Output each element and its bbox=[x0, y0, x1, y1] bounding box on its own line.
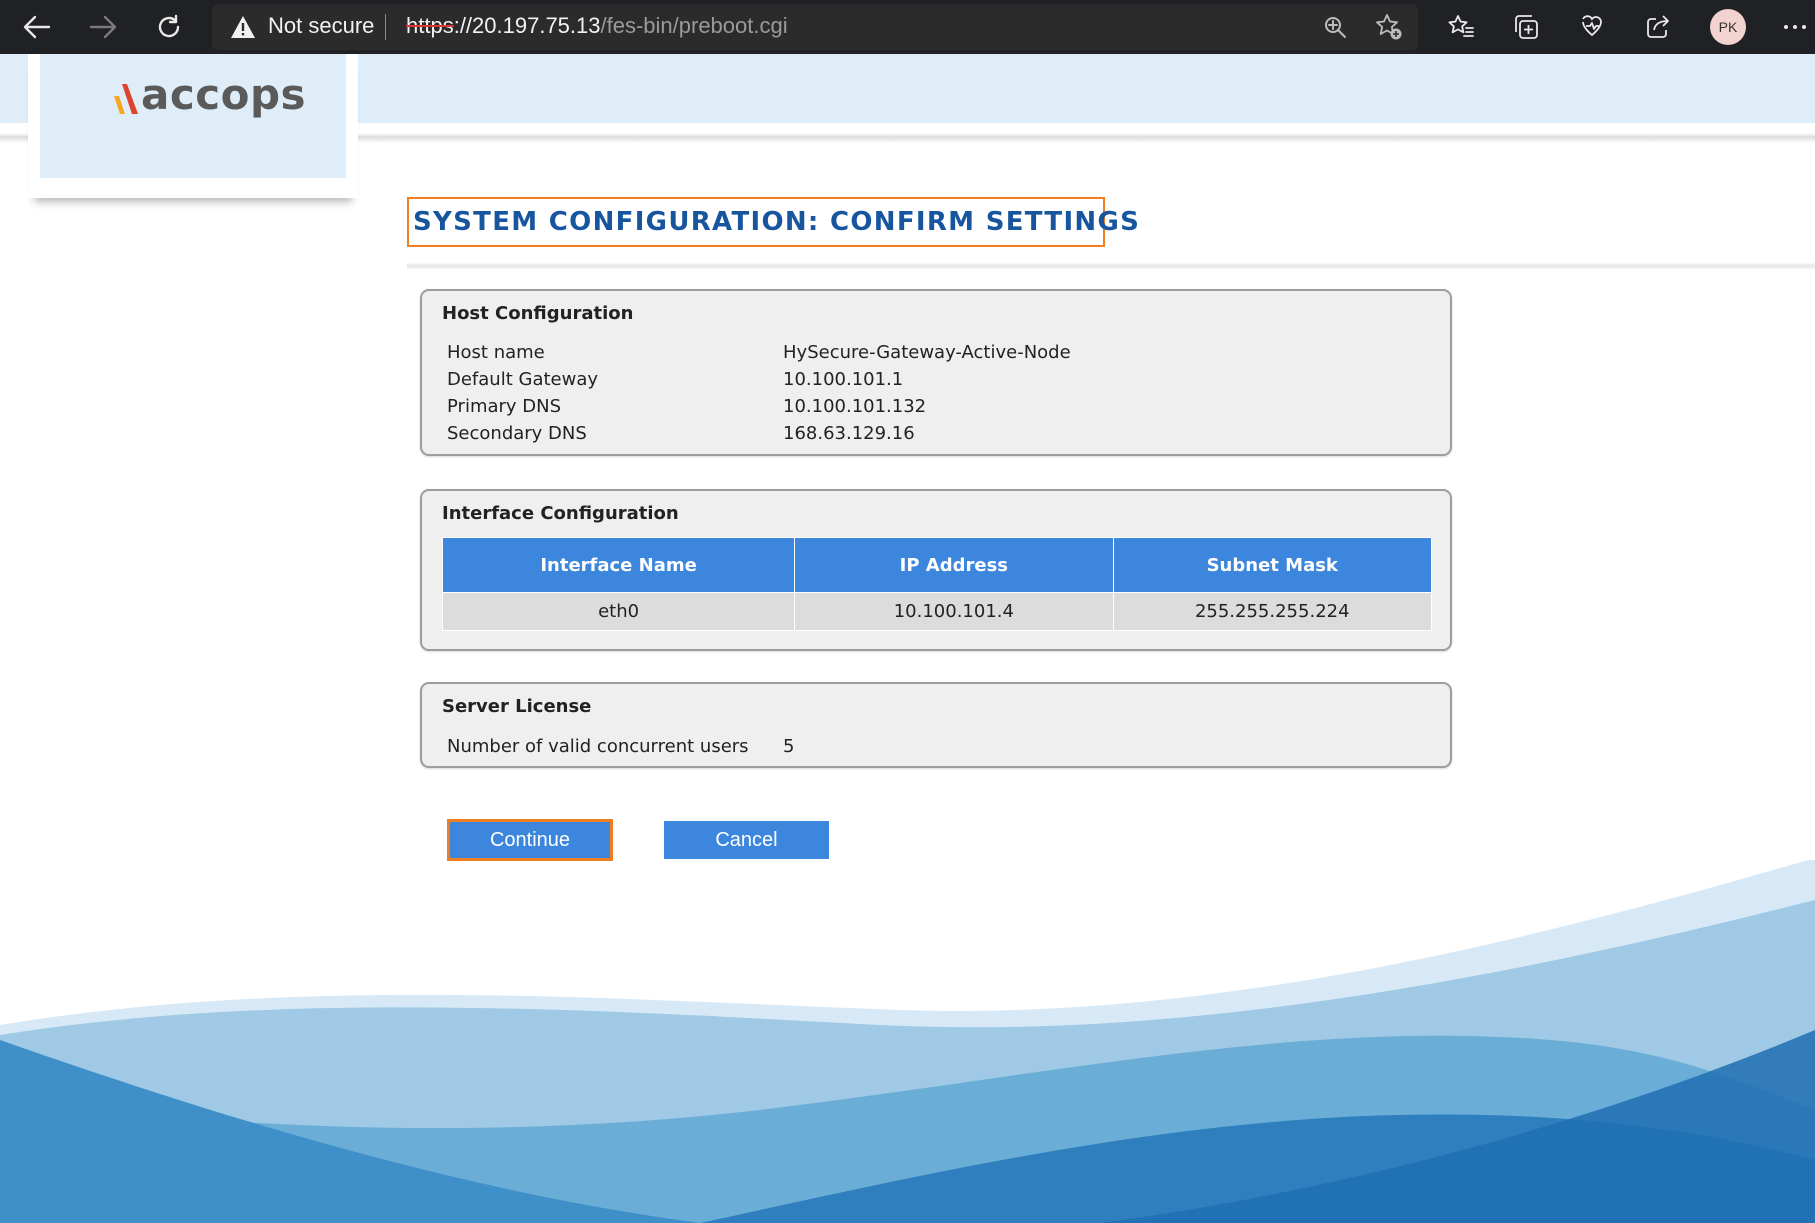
browser-essentials-button[interactable] bbox=[1573, 8, 1611, 46]
server-license-panel: Server License Number of valid concurren… bbox=[420, 682, 1452, 768]
back-button[interactable] bbox=[18, 8, 56, 46]
add-favorite-button[interactable] bbox=[1374, 12, 1404, 42]
url-text[interactable]: https://20.197.75.13/fes-bin/preboot.cgi bbox=[406, 13, 788, 39]
share-button[interactable] bbox=[1639, 8, 1677, 46]
cancel-button[interactable]: Cancel bbox=[664, 821, 829, 859]
favorites-icon bbox=[1448, 15, 1474, 37]
primary-dns-value: 10.100.101.132 bbox=[783, 396, 927, 417]
host-name-value: HySecure-Gateway-Active-Node bbox=[783, 342, 1071, 363]
panel-title: Server License bbox=[442, 696, 592, 717]
decorative-waves bbox=[0, 860, 1815, 1223]
table-row: eth0 10.100.101.4 255.255.255.224 bbox=[441, 592, 1433, 631]
interface-configuration-panel: Interface Configuration Interface Name I… bbox=[420, 489, 1452, 651]
accops-logo-mark-icon bbox=[114, 84, 138, 114]
default-gateway-label: Default Gateway bbox=[447, 369, 599, 390]
collections-button[interactable] bbox=[1507, 8, 1545, 46]
column-header: Interface Name bbox=[441, 537, 796, 593]
more-icon bbox=[1784, 25, 1806, 29]
page-title: SYSTEM CONFIGURATION: CONFIRM SETTINGS bbox=[413, 207, 1141, 237]
forward-arrow-icon bbox=[89, 15, 117, 39]
table-header-row: Interface Name IP Address Subnet Mask bbox=[441, 537, 1433, 593]
url-scheme: https bbox=[406, 13, 454, 38]
logo-text: accops bbox=[141, 70, 307, 119]
address-bar[interactable]: Not secure https://20.197.75.13/fes-bin/… bbox=[212, 4, 1418, 50]
primary-dns-label: Primary DNS bbox=[447, 396, 562, 417]
refresh-button[interactable] bbox=[150, 8, 188, 46]
host-name-label: Host name bbox=[447, 342, 545, 363]
url-path: /fes-bin/preboot.cgi bbox=[600, 13, 788, 38]
browser-toolbar: Not secure https://20.197.75.13/fes-bin/… bbox=[0, 0, 1815, 54]
refresh-icon bbox=[158, 14, 180, 38]
share-icon bbox=[1647, 15, 1669, 38]
url-host: ://20.197.75.13 bbox=[453, 13, 601, 38]
panel-title: Interface Configuration bbox=[442, 503, 679, 524]
default-gateway-value: 10.100.101.1 bbox=[783, 369, 904, 390]
column-header: Subnet Mask bbox=[1112, 537, 1433, 593]
concurrent-users-value: 5 bbox=[783, 736, 795, 757]
interface-name-cell: eth0 bbox=[441, 592, 796, 631]
ip-address-cell: 10.100.101.4 bbox=[794, 592, 1114, 631]
settings-more-button[interactable] bbox=[1776, 8, 1814, 46]
profile-avatar[interactable]: PK bbox=[1710, 9, 1746, 45]
zoom-in-icon bbox=[1325, 17, 1346, 38]
favorites-button[interactable] bbox=[1442, 8, 1480, 46]
back-arrow-icon bbox=[23, 15, 51, 39]
security-status[interactable]: Not secure bbox=[268, 13, 374, 39]
zoom-button[interactable] bbox=[1320, 12, 1350, 42]
warning-icon bbox=[231, 16, 255, 38]
title-divider bbox=[407, 262, 1815, 270]
collections-icon bbox=[1515, 15, 1538, 39]
panel-title: Host Configuration bbox=[442, 303, 634, 324]
address-divider bbox=[385, 14, 386, 40]
column-header: IP Address bbox=[794, 537, 1114, 593]
concurrent-users-label: Number of valid concurrent users bbox=[447, 736, 749, 757]
subnet-mask-cell: 255.255.255.224 bbox=[1112, 592, 1433, 631]
host-configuration-panel: Host Configuration Host name HySecure-Ga… bbox=[420, 289, 1452, 456]
heart-pulse-icon bbox=[1582, 15, 1602, 37]
secondary-dns-value: 168.63.129.16 bbox=[783, 423, 915, 444]
interface-table: Interface Name IP Address Subnet Mask et… bbox=[441, 537, 1433, 631]
secondary-dns-label: Secondary DNS bbox=[447, 423, 587, 444]
forward-button[interactable] bbox=[84, 8, 122, 46]
continue-button[interactable]: Continue bbox=[447, 819, 613, 861]
star-add-icon bbox=[1376, 14, 1402, 40]
